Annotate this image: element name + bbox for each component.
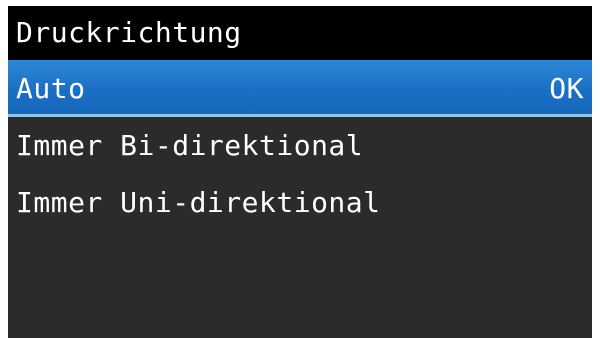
menu-item-auto[interactable]: Auto OK (8, 60, 592, 117)
menu-item-always-unidirectional[interactable]: Immer Uni-direktional (8, 174, 592, 231)
menu-item-label: Immer Bi-direktional (16, 129, 364, 162)
ok-status-label: OK (549, 72, 584, 105)
menu-item-label: Immer Uni-direktional (16, 186, 381, 219)
printer-lcd-screen: Druckrichtung Auto OK Immer Bi-direktion… (8, 6, 592, 338)
menu-item-label: Auto (16, 72, 86, 105)
print-direction-menu: Auto OK Immer Bi-direktional Immer Uni-d… (8, 60, 592, 231)
page-title: Druckrichtung (8, 6, 592, 60)
menu-item-always-bidirectional[interactable]: Immer Bi-direktional (8, 117, 592, 174)
